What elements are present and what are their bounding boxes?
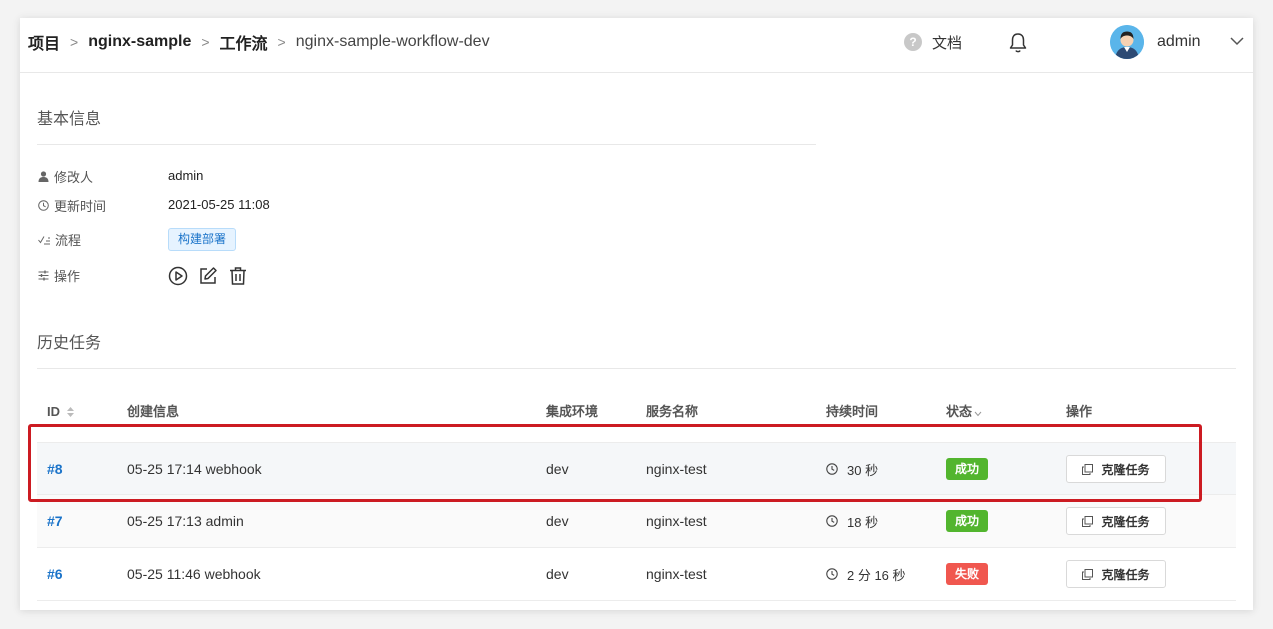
breadcrumb-workflows[interactable]: 工作流 — [220, 30, 268, 54]
breadcrumb-project[interactable]: nginx-sample — [88, 33, 191, 51]
chevron-down-icon[interactable] — [1230, 36, 1244, 46]
task-duration: 30 秒 — [847, 462, 879, 478]
updated-label: 更新时间 — [54, 198, 107, 214]
table-row: #6 05-25 11:46 webhook dev nginx-test 2 … — [37, 548, 1236, 601]
task-service: nginx-test — [646, 461, 707, 477]
top-header: 项目 > nginx-sample > 工作流 > nginx-sample-w… — [20, 18, 1253, 73]
task-created: 05-25 17:14 webhook — [127, 461, 262, 477]
modifier-value: admin — [168, 168, 204, 183]
trash-icon[interactable] — [228, 266, 248, 286]
clock-icon — [826, 515, 838, 527]
clone-task-button[interactable]: 克隆任务 — [1066, 455, 1166, 483]
divider — [37, 144, 816, 145]
breadcrumb-separator: > — [277, 34, 286, 50]
docs-label: 文档 — [932, 34, 963, 52]
column-duration: 持续时间 — [826, 404, 879, 419]
docs-link[interactable]: ? 文档 — [904, 30, 962, 54]
flow-label-row: 流程 — [38, 229, 81, 249]
updated-label-row: 更新时间 — [38, 195, 106, 215]
task-duration: 18 秒 — [847, 514, 879, 530]
table-row: #8 05-25 17:14 webhook dev nginx-test 30… — [37, 442, 1236, 495]
breadcrumb-current-workflow: nginx-sample-workflow-dev — [295, 33, 490, 50]
column-service: 服务名称 — [646, 404, 699, 419]
clone-task-button[interactable]: 克隆任务 — [1066, 560, 1166, 588]
task-id-link[interactable]: #6 — [47, 566, 63, 582]
task-created: 05-25 17:13 admin — [127, 513, 244, 529]
updated-value: 2021-05-25 11:08 — [168, 197, 270, 212]
divider — [37, 368, 1236, 369]
table-row: #7 05-25 17:13 admin dev nginx-test 18 秒… — [37, 495, 1236, 548]
user-name[interactable]: admin — [1157, 30, 1201, 54]
task-service: nginx-test — [646, 566, 707, 582]
flow-icon — [38, 235, 50, 244]
section-title-basic-info: 基本信息 — [37, 111, 102, 128]
task-service: nginx-test — [646, 513, 707, 529]
modifier-label-row: 修改人 — [38, 166, 93, 186]
clone-task-label: 克隆任务 — [1101, 567, 1150, 582]
avatar[interactable] — [1110, 25, 1144, 59]
task-env: dev — [546, 566, 569, 582]
task-id-link[interactable]: #7 — [47, 513, 63, 529]
column-env: 集成环境 — [546, 404, 599, 419]
ops-label-row: 操作 — [38, 265, 80, 285]
flow-label: 流程 — [55, 232, 82, 248]
clock-icon — [38, 199, 49, 211]
app-window: 项目 > nginx-sample > 工作流 > nginx-sample-w… — [20, 18, 1253, 610]
help-icon: ? — [904, 33, 922, 51]
clone-task-label: 克隆任务 — [1101, 514, 1150, 529]
filter-chevron-icon[interactable] — [974, 411, 982, 417]
ops-label: 操作 — [54, 268, 81, 284]
table-header: ID 创建信息 集成环境 服务名称 持续时间 状态 操作 — [37, 398, 1236, 442]
column-id[interactable]: ID — [47, 398, 75, 426]
status-badge: 成功 — [946, 510, 989, 532]
task-env: dev — [546, 513, 569, 529]
task-env: dev — [546, 461, 569, 477]
breadcrumb-separator: > — [70, 34, 79, 50]
status-badge: 失败 — [946, 563, 989, 585]
copy-icon — [1082, 568, 1094, 580]
breadcrumb-separator: > — [201, 34, 210, 50]
breadcrumb-projects[interactable]: 项目 — [28, 30, 60, 54]
task-created: 05-25 11:46 webhook — [127, 566, 261, 582]
play-icon[interactable] — [168, 266, 188, 286]
sort-icon[interactable] — [66, 406, 75, 418]
avatar-image — [1110, 25, 1144, 59]
task-id-link[interactable]: #8 — [47, 461, 63, 477]
column-status-label: 状态 — [946, 404, 973, 419]
column-id-label: ID — [47, 404, 60, 419]
modifier-label: 修改人 — [54, 169, 94, 185]
section-title-history: 历史任务 — [37, 335, 102, 352]
breadcrumb: 项目 > nginx-sample > 工作流 > nginx-sample-w… — [28, 18, 490, 66]
copy-icon — [1082, 463, 1094, 475]
clone-task-label: 克隆任务 — [1101, 462, 1150, 477]
status-badge: 成功 — [946, 458, 989, 480]
clock-icon — [826, 463, 838, 475]
column-actions: 操作 — [1066, 404, 1093, 419]
column-created: 创建信息 — [127, 404, 180, 419]
flow-tag: 构建部署 — [168, 228, 237, 251]
copy-icon — [1082, 515, 1094, 527]
sliders-icon — [38, 270, 49, 280]
edit-icon[interactable] — [198, 266, 218, 286]
bell-icon[interactable] — [1008, 32, 1028, 54]
column-status[interactable]: 状态 — [946, 398, 982, 426]
clock-icon — [826, 568, 838, 580]
task-duration: 2 分 16 秒 — [847, 567, 906, 583]
clone-task-button[interactable]: 克隆任务 — [1066, 507, 1166, 535]
user-icon — [38, 170, 49, 182]
